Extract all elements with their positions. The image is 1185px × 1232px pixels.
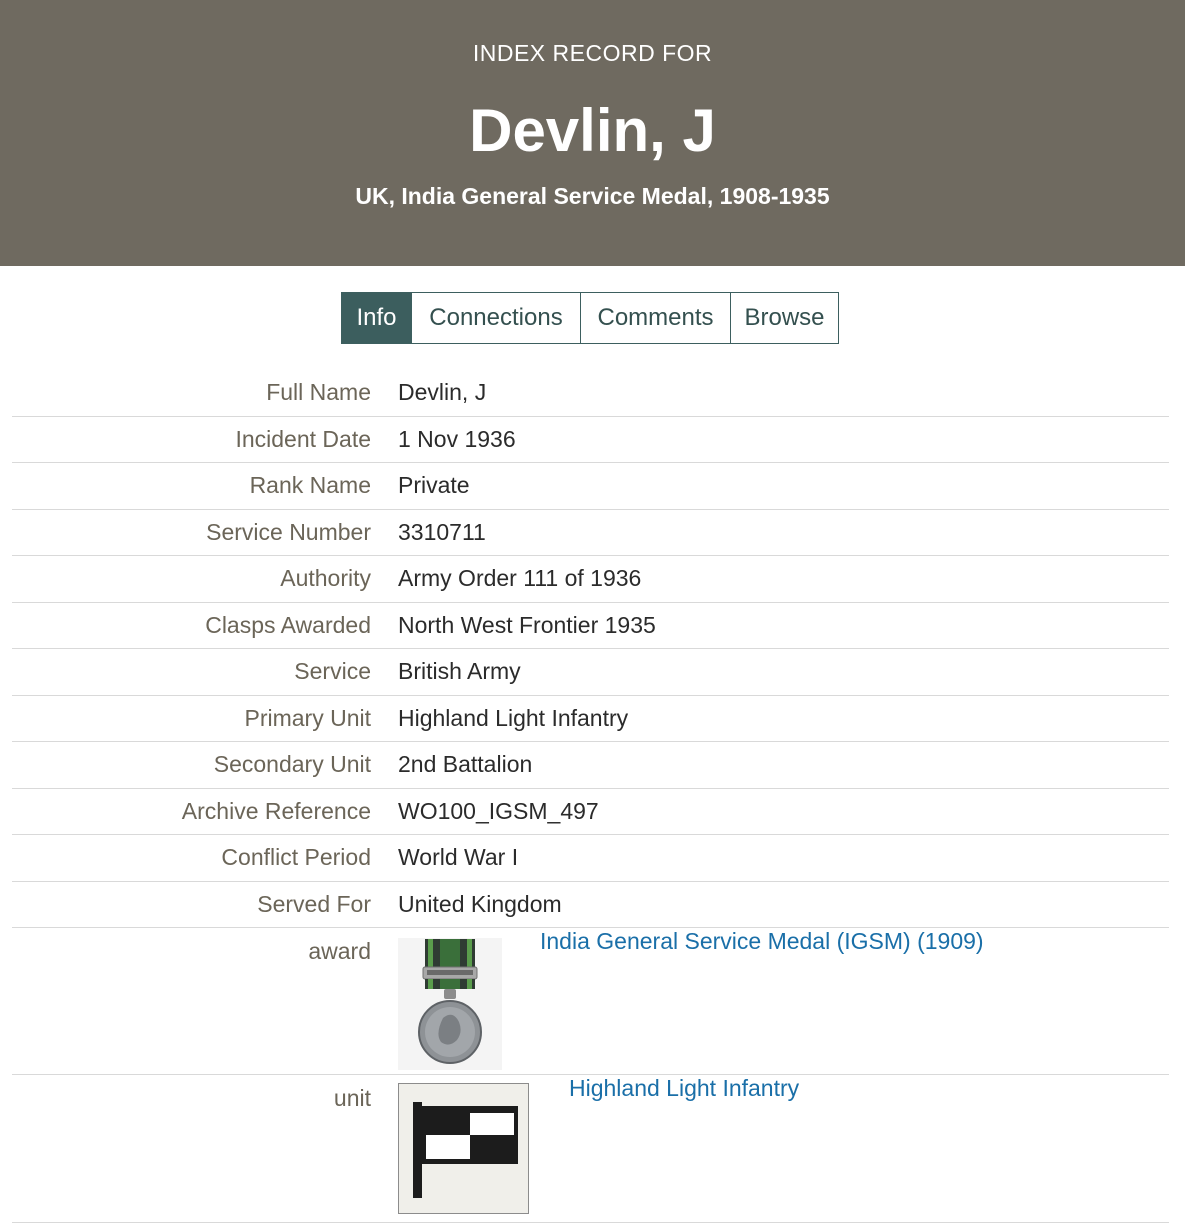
- field-row-served-for: Served For United Kingdom: [12, 882, 1169, 928]
- field-row-rank-name: Rank Name Private: [12, 463, 1169, 510]
- record-details: Full Name Devlin, J Incident Date 1 Nov …: [12, 370, 1169, 1223]
- field-label: Full Name: [266, 379, 371, 406]
- field-label: Service: [294, 658, 371, 685]
- award-link[interactable]: India General Service Medal (IGSM) (1909…: [540, 928, 984, 955]
- tab-browse[interactable]: Browse: [730, 293, 838, 343]
- unit-link[interactable]: Highland Light Infantry: [569, 1075, 799, 1102]
- field-value: 1 Nov 1936: [398, 425, 516, 452]
- field-label: Secondary Unit: [213, 751, 371, 778]
- field-value: United Kingdom: [398, 890, 562, 917]
- field-label: Service Number: [206, 518, 371, 545]
- field-label: Archive Reference: [181, 797, 371, 824]
- field-value: 2nd Battalion: [398, 751, 533, 778]
- unit-media: Highland Light Infantry: [371, 1075, 799, 1214]
- field-value: British Army: [398, 658, 521, 685]
- award-row: award India General Service Medal (IGSM)…: [12, 928, 1169, 1075]
- field-row-secondary-unit: Secondary Unit 2nd Battalion: [12, 742, 1169, 789]
- record-tabs: Info Connections Comments Browse: [341, 292, 839, 344]
- tab-comments[interactable]: Comments: [580, 293, 730, 343]
- field-value: Highland Light Infantry: [398, 704, 629, 731]
- field-label: Conflict Period: [221, 844, 371, 871]
- flag-icon[interactable]: [398, 1083, 529, 1214]
- record-header: INDEX RECORD FOR Devlin, J UK, India Gen…: [0, 0, 1185, 266]
- field-row-conflict-period: Conflict Period World War I: [12, 835, 1169, 882]
- field-label: Authority: [280, 565, 371, 592]
- field-label: Rank Name: [249, 472, 371, 499]
- field-row-incident-date: Incident Date 1 Nov 1936: [12, 417, 1169, 463]
- collection-subtitle: UK, India General Service Medal, 1908-19…: [355, 183, 830, 209]
- unit-label: unit: [333, 1085, 371, 1111]
- field-row-full-name: Full Name Devlin, J: [12, 370, 1169, 417]
- field-value: North West Frontier 1935: [398, 611, 656, 638]
- field-row-clasps-awarded: Clasps Awarded North West Frontier 1935: [12, 603, 1169, 649]
- tab-info[interactable]: Info: [342, 293, 411, 343]
- field-row-service: Service British Army: [12, 649, 1169, 696]
- unit-row: unit Highland Light Infantry: [12, 1075, 1169, 1223]
- field-value: Army Order 111 of 1936: [398, 565, 642, 592]
- award-media: India General Service Medal (IGSM) (1909…: [371, 928, 984, 1070]
- field-value: World War I: [398, 844, 519, 871]
- tab-connections[interactable]: Connections: [411, 293, 580, 343]
- field-value: WO100_IGSM_497: [398, 797, 599, 824]
- field-value: Devlin, J: [398, 379, 487, 406]
- field-label: Incident Date: [235, 425, 371, 452]
- field-label: Clasps Awarded: [205, 611, 371, 638]
- field-row-archive-reference: Archive Reference WO100_IGSM_497: [12, 789, 1169, 835]
- page-title: Devlin, J: [469, 97, 716, 164]
- field-row-service-number: Service Number 3310711: [12, 510, 1169, 556]
- field-value: Private: [398, 472, 470, 499]
- field-label: Primary Unit: [244, 704, 371, 731]
- field-value: 3310711: [398, 518, 486, 545]
- field-row-primary-unit: Primary Unit Highland Light Infantry: [12, 696, 1169, 742]
- award-label: award: [308, 938, 371, 964]
- field-label: Served For: [257, 890, 371, 917]
- medal-icon[interactable]: [398, 938, 502, 1070]
- record-eyebrow: INDEX RECORD FOR: [472, 40, 713, 66]
- field-row-authority: Authority Army Order 111 of 1936: [12, 556, 1169, 603]
